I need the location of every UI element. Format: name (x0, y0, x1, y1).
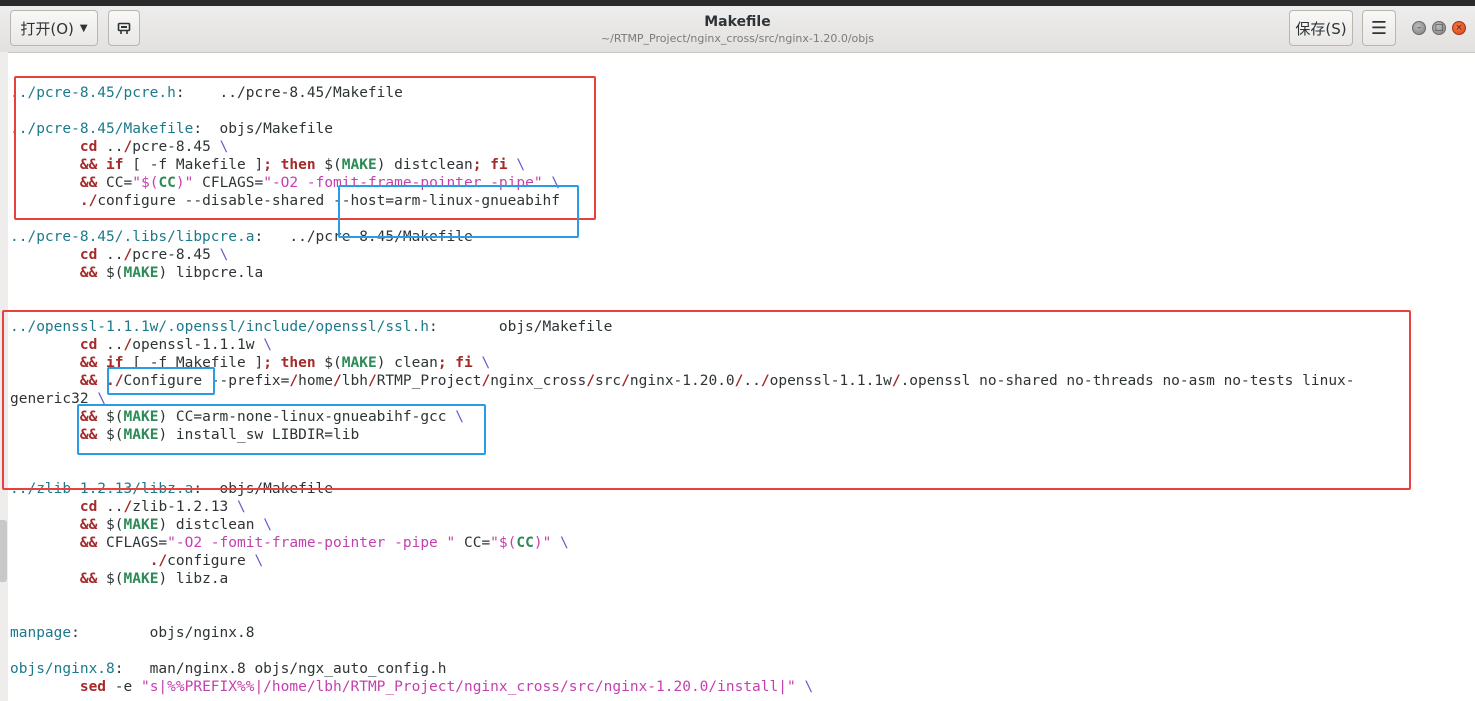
code-line: sed -e "s|%%PREFIX%%|/home/lbh/RTMP_Proj… (79, 679, 814, 695)
annotation-box-openssl-section (2, 310, 1411, 490)
annotation-box-host-flag (338, 185, 579, 238)
code-line: cd ../zlib-1.2.13 \ (79, 499, 246, 515)
annotation-box-configure (107, 367, 215, 395)
code-line: && $(MAKE) libpcre.la (79, 265, 264, 281)
code-line: ./configure \ (149, 553, 264, 569)
code-line: && $(MAKE) libz.a (79, 571, 229, 587)
code-line: cd ../pcre-8.45 \ (79, 247, 229, 263)
code-line: && $(MAKE) distclean \ (79, 517, 272, 533)
code-line: && CFLAGS="-O2 -fomit-frame-pointer -pip… (79, 535, 569, 551)
side-scroll-handle[interactable] (0, 520, 7, 582)
code-line: objs/nginx.8: man/nginx.8 objs/ngx_auto_… (10, 661, 447, 677)
code-line: manpage: objs/nginx.8 (10, 625, 255, 641)
annotation-box-make-cc (77, 404, 486, 455)
